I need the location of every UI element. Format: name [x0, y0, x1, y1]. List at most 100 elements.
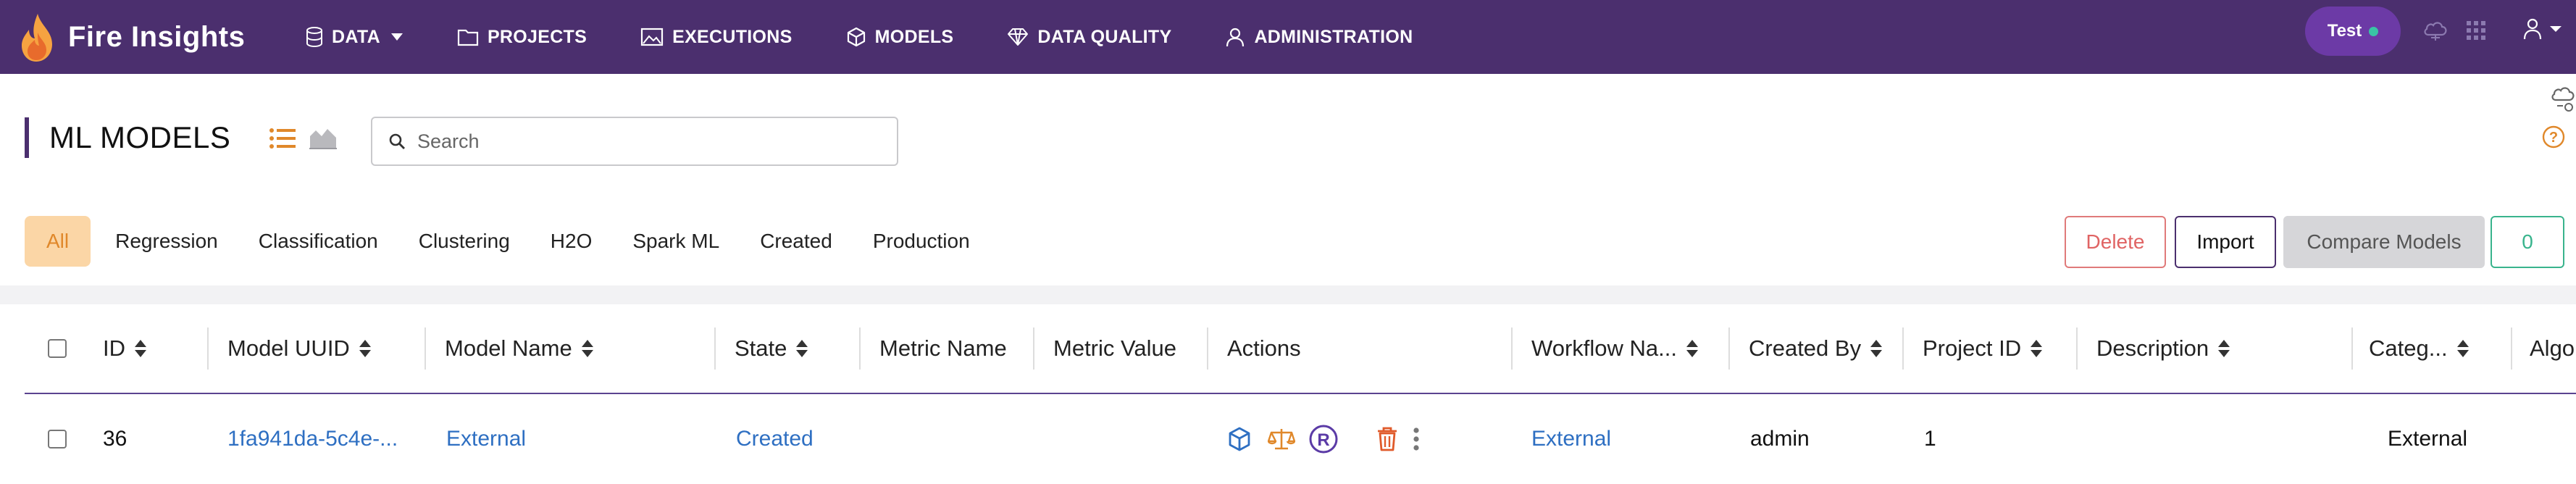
user-icon	[1225, 27, 1245, 47]
register-action[interactable]: R	[1308, 394, 1339, 484]
filter-all[interactable]: All	[25, 216, 91, 267]
app-logo[interactable]: Fire Insights	[16, 0, 245, 74]
cube-icon	[846, 27, 866, 47]
nav-data[interactable]: DATA	[306, 27, 403, 48]
col-id[interactable]: ID	[103, 304, 147, 393]
col-algorithm[interactable]: Algo	[2530, 304, 2575, 393]
nav-data-quality-label: DATA QUALITY	[1037, 26, 1172, 47]
page-title: ML MODELS	[49, 120, 231, 154]
delete-action[interactable]	[1376, 394, 1398, 484]
col-metric-value-label: Metric Value	[1053, 335, 1176, 361]
cell-created-by: admin	[1750, 427, 1810, 451]
database-icon	[306, 27, 323, 47]
section-separator	[0, 285, 2576, 304]
compare-action[interactable]	[1268, 394, 1295, 484]
col-actions: Actions	[1227, 304, 1301, 393]
sort-icon[interactable]	[134, 339, 147, 358]
compare-models-button[interactable]: Compare Models	[2283, 216, 2485, 268]
sort-icon[interactable]	[2456, 339, 2470, 358]
sort-icon[interactable]	[2217, 339, 2230, 358]
filter-clustering[interactable]: Clustering	[419, 230, 510, 253]
sort-icon[interactable]	[1870, 339, 1883, 358]
column-divider[interactable]	[2511, 327, 2512, 370]
cell-model-name[interactable]: External	[446, 394, 526, 484]
nav-administration-label: ADMINISTRATION	[1254, 26, 1413, 47]
deploy-action[interactable]	[1227, 394, 1252, 484]
sort-icon[interactable]	[1686, 339, 1699, 358]
sort-icon[interactable]	[2030, 339, 2043, 358]
filter-h2o[interactable]: H2O	[551, 230, 593, 253]
select-all-checkbox-cell	[48, 304, 67, 393]
user-menu-icon[interactable]	[2522, 17, 2570, 41]
column-divider[interactable]	[859, 327, 861, 370]
nav-projects-label: PROJECTS	[487, 26, 587, 47]
col-project-id[interactable]: Project ID	[1923, 304, 2043, 393]
cloud-icon[interactable]	[2422, 19, 2449, 43]
column-divider[interactable]	[425, 327, 426, 370]
row-checkbox[interactable]	[48, 430, 67, 448]
cell-project-id: 1	[1924, 427, 1936, 451]
user-environment-pill[interactable]: Test	[2305, 7, 2401, 56]
more-actions[interactable]	[1413, 394, 1420, 484]
sort-icon[interactable]	[581, 339, 594, 358]
selected-count-button[interactable]: 0	[2491, 216, 2564, 268]
sort-icon[interactable]	[359, 339, 372, 358]
nav-data-quality[interactable]: DATA QUALITY	[1007, 27, 1171, 48]
nav-projects[interactable]: PROJECTS	[457, 27, 587, 48]
col-description[interactable]: Description	[2096, 304, 2230, 393]
column-divider[interactable]	[207, 327, 209, 370]
apps-grid-icon[interactable]	[2466, 20, 2486, 41]
nav-administration[interactable]: ADMINISTRATION	[1225, 27, 1413, 48]
col-model-uuid-label: Model UUID	[227, 335, 350, 361]
col-metric-value: Metric Value	[1053, 304, 1176, 393]
filter-regression[interactable]: Regression	[115, 230, 218, 253]
image-icon	[640, 28, 664, 46]
chart-view-icon[interactable]	[309, 126, 338, 149]
col-metric-name-label: Metric Name	[879, 335, 1007, 361]
delete-button[interactable]: Delete	[2065, 216, 2166, 268]
nav-executions-label: EXECUTIONS	[672, 26, 793, 47]
col-actions-label: Actions	[1227, 335, 1301, 361]
cell-workflow-name[interactable]: External	[1531, 394, 1611, 484]
col-model-name[interactable]: Model Name	[445, 304, 594, 393]
col-state[interactable]: State	[735, 304, 808, 393]
select-all-checkbox[interactable]	[48, 339, 67, 358]
column-divider[interactable]	[1728, 327, 1730, 370]
col-project-id-label: Project ID	[1923, 335, 2022, 361]
column-divider[interactable]	[1511, 327, 1513, 370]
col-description-label: Description	[2096, 335, 2209, 361]
filter-production[interactable]: Production	[873, 230, 970, 253]
col-model-uuid[interactable]: Model UUID	[227, 304, 372, 393]
column-divider[interactable]	[2076, 327, 2078, 370]
column-divider[interactable]	[2351, 327, 2353, 370]
column-divider[interactable]	[1902, 327, 1904, 370]
models-table: ID Model UUID Model Name State Metric Na…	[25, 304, 2576, 484]
cloud-settings-icon[interactable]	[2550, 84, 2576, 113]
cell-category: External	[2388, 427, 2468, 451]
table-row[interactable]: 36 1fa941da-5c4e-... External Created R	[25, 394, 2576, 484]
diamond-icon	[1007, 28, 1029, 46]
filter-spark-ml[interactable]: Spark ML	[632, 230, 719, 253]
search-input[interactable]	[416, 129, 868, 154]
col-created-by[interactable]: Created By	[1749, 304, 1883, 393]
list-view-icon[interactable]	[269, 128, 296, 149]
col-workflow-name[interactable]: Workflow Na...	[1531, 304, 1699, 393]
filter-created[interactable]: Created	[760, 230, 832, 253]
column-divider[interactable]	[1033, 327, 1034, 370]
flame-logo-icon	[16, 11, 59, 63]
import-button[interactable]: Import	[2175, 216, 2276, 268]
nav-executions[interactable]: EXECUTIONS	[640, 27, 793, 48]
search-box[interactable]	[371, 117, 898, 166]
cell-model-uuid[interactable]: 1fa941da-5c4e-...	[227, 394, 398, 484]
nav-models[interactable]: MODELS	[846, 27, 954, 48]
filter-classification[interactable]: Classification	[259, 230, 378, 253]
registered-icon: R	[1308, 424, 1339, 454]
column-divider[interactable]	[714, 327, 716, 370]
title-accent-bar	[25, 117, 29, 158]
cell-id: 36	[103, 427, 127, 451]
column-divider[interactable]	[1207, 327, 1208, 370]
sort-icon[interactable]	[795, 339, 808, 358]
cell-state[interactable]: Created	[736, 394, 814, 484]
help-icon[interactable]: ?	[2541, 125, 2566, 149]
col-category[interactable]: Categ...	[2369, 304, 2470, 393]
